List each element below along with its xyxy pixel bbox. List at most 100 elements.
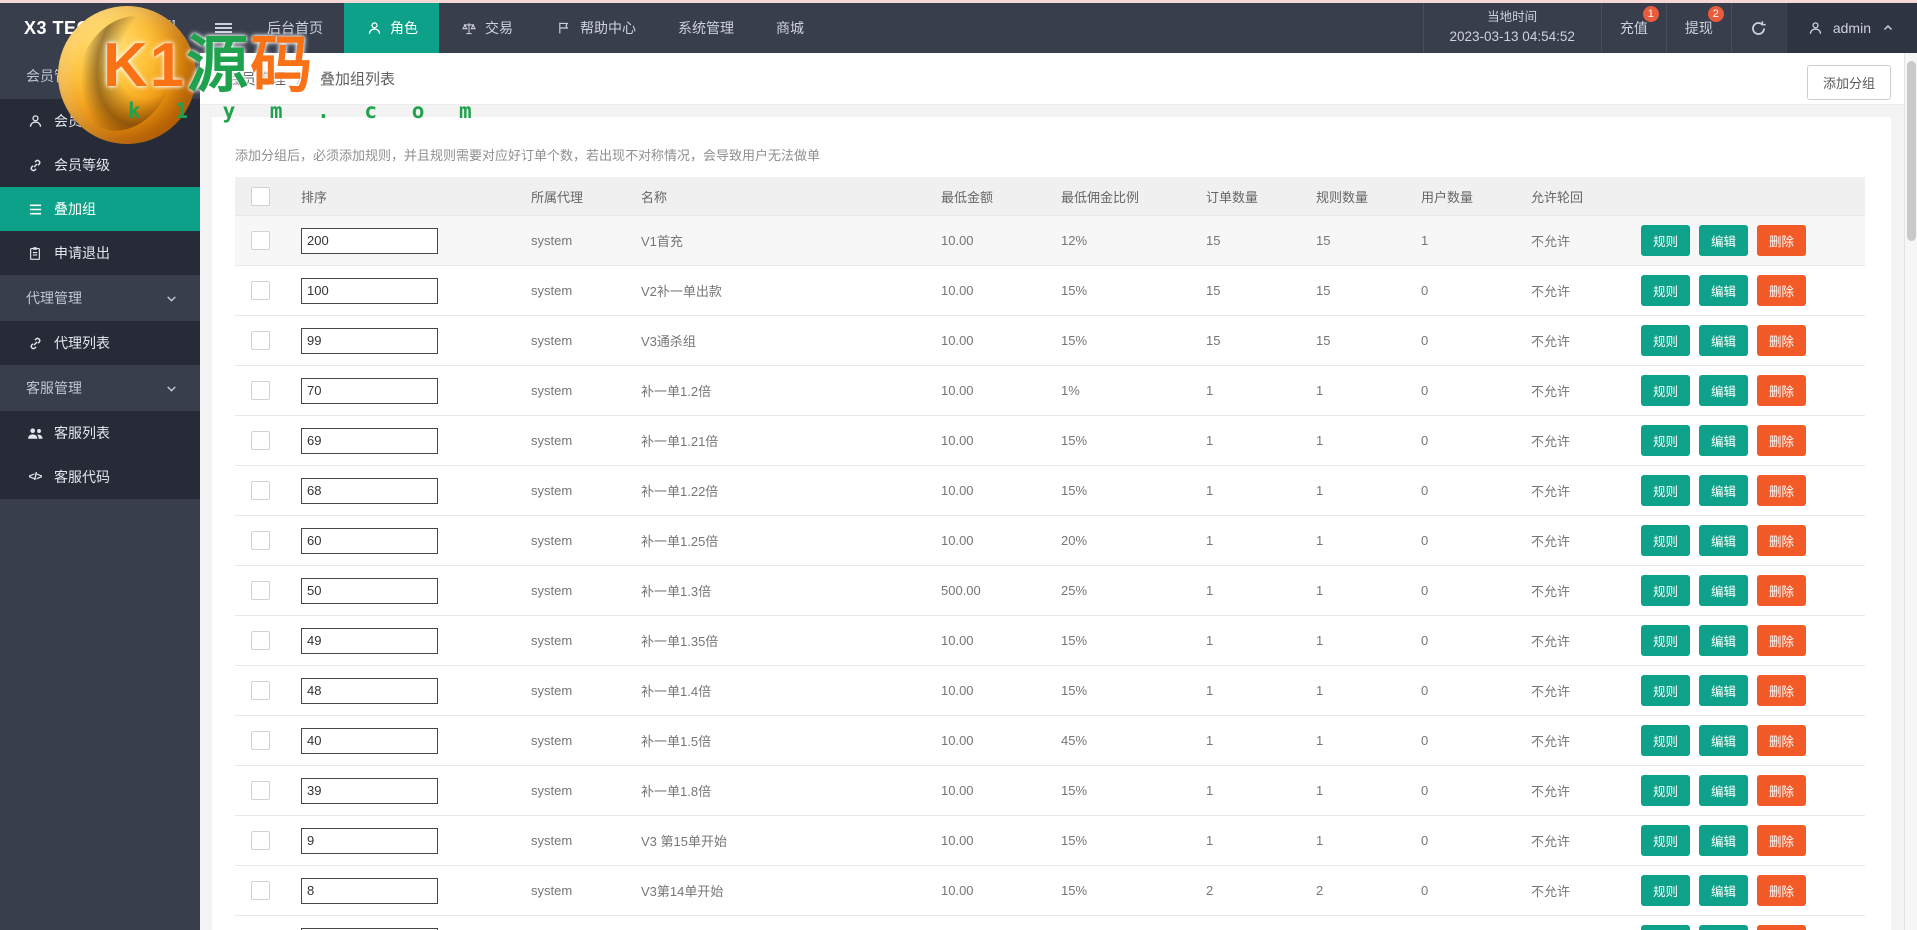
sort-input[interactable]	[301, 627, 438, 654]
rules-button[interactable]: 规则	[1641, 625, 1691, 656]
name-cell: 补一单1.2倍	[625, 365, 925, 416]
edit-button[interactable]: 编辑	[1699, 575, 1749, 606]
delete-button[interactable]: 删除	[1757, 425, 1807, 456]
row-checkbox[interactable]	[250, 531, 270, 550]
nav-item-system[interactable]: 系统管理	[657, 3, 755, 53]
row-checkbox[interactable]	[250, 631, 270, 650]
rules-button[interactable]: 规则	[1641, 675, 1691, 706]
delete-button[interactable]: 删除	[1757, 525, 1807, 556]
rules-button[interactable]: 规则	[1641, 325, 1691, 356]
sidebar-item-member-level[interactable]: 会员等级	[0, 143, 200, 187]
edit-button[interactable]: 编辑	[1699, 825, 1749, 856]
edit-button[interactable]: 编辑	[1699, 625, 1749, 656]
row-checkbox[interactable]	[250, 231, 270, 250]
delete-button[interactable]: 删除	[1757, 825, 1807, 856]
sort-input[interactable]	[301, 427, 438, 454]
delete-button[interactable]: 删除	[1757, 225, 1807, 256]
edit-button[interactable]: 编辑	[1699, 225, 1749, 256]
edit-button[interactable]: 编辑	[1699, 525, 1749, 556]
rules-button[interactable]: 规则	[1641, 525, 1691, 556]
row-checkbox[interactable]	[250, 881, 270, 900]
sidebar-item-stack-group[interactable]: 叠加组	[0, 187, 200, 231]
rules-button[interactable]: 规则	[1641, 375, 1691, 406]
row-checkbox[interactable]	[250, 381, 270, 400]
sidebar-group-agent-management[interactable]: 代理管理	[0, 275, 200, 321]
select-all-checkbox[interactable]	[250, 186, 270, 206]
vertical-scrollbar[interactable]	[1904, 53, 1917, 930]
sort-input[interactable]	[301, 777, 438, 804]
sort-input[interactable]	[301, 227, 438, 254]
nav-item-role[interactable]: 角色	[344, 3, 439, 53]
sidebar-group-service-management[interactable]: 客服管理	[0, 365, 200, 411]
delete-button[interactable]: 删除	[1757, 275, 1807, 306]
edit-button[interactable]: 编辑	[1699, 275, 1749, 306]
edit-button[interactable]: 编辑	[1699, 725, 1749, 756]
edit-button[interactable]: 编辑	[1699, 375, 1749, 406]
sort-input[interactable]	[301, 277, 438, 304]
delete-button[interactable]: 删除	[1757, 875, 1807, 906]
min-amount-cell: 10.00	[925, 815, 1045, 866]
sidebar-item-member-list[interactable]: 会员列表	[0, 99, 200, 143]
rules-button[interactable]: 规则	[1641, 225, 1691, 256]
sort-input[interactable]	[301, 527, 438, 554]
row-checkbox[interactable]	[250, 331, 270, 350]
sidebar-item-agent-list[interactable]: 代理列表	[0, 321, 200, 365]
refresh-button[interactable]	[1730, 3, 1786, 53]
sidebar-group-member-management[interactable]: 会员管理	[0, 53, 200, 99]
edit-button[interactable]: 编辑	[1699, 325, 1749, 356]
rules-button[interactable]: 规则	[1641, 725, 1691, 756]
nav-item-help-center[interactable]: 帮助中心	[534, 3, 657, 53]
rules-button[interactable]: 规则	[1641, 575, 1691, 606]
row-checkbox[interactable]	[250, 581, 270, 600]
nav-item-mall[interactable]: 商城	[755, 3, 825, 53]
sort-input[interactable]	[301, 327, 438, 354]
sort-input[interactable]	[301, 827, 438, 854]
sort-input[interactable]	[301, 677, 438, 704]
sidebar-item-exit-request[interactable]: 申请退出	[0, 231, 200, 275]
delete-button[interactable]: 删除	[1757, 675, 1807, 706]
row-checkbox[interactable]	[250, 731, 270, 750]
edit-button[interactable]: 编辑	[1699, 925, 1749, 930]
delete-button[interactable]: 删除	[1757, 375, 1807, 406]
rules-button[interactable]: 规则	[1641, 825, 1691, 856]
delete-button[interactable]: 删除	[1757, 325, 1807, 356]
add-group-button[interactable]: 添加分组	[1806, 65, 1891, 100]
edit-button[interactable]: 编辑	[1699, 775, 1749, 806]
edit-button[interactable]: 编辑	[1699, 475, 1749, 506]
nav-item-trade[interactable]: 交易	[439, 3, 534, 53]
delete-button[interactable]: 删除	[1757, 575, 1807, 606]
sort-input[interactable]	[301, 577, 438, 604]
rules-button[interactable]: 规则	[1641, 925, 1691, 930]
edit-button[interactable]: 编辑	[1699, 875, 1749, 906]
row-checkbox[interactable]	[250, 781, 270, 800]
sidebar-toggle-button[interactable]	[200, 3, 246, 53]
rules-button[interactable]: 规则	[1641, 775, 1691, 806]
sort-input[interactable]	[301, 477, 438, 504]
delete-button[interactable]: 删除	[1757, 475, 1807, 506]
sort-input[interactable]	[301, 877, 438, 904]
rules-button[interactable]: 规则	[1641, 875, 1691, 906]
edit-button[interactable]: 编辑	[1699, 425, 1749, 456]
sort-input[interactable]	[301, 377, 438, 404]
rules-button[interactable]: 规则	[1641, 275, 1691, 306]
rules-button[interactable]: 规则	[1641, 425, 1691, 456]
edit-button[interactable]: 编辑	[1699, 675, 1749, 706]
delete-button[interactable]: 删除	[1757, 725, 1807, 756]
rules-button[interactable]: 规则	[1641, 475, 1691, 506]
nav-item-home[interactable]: 后台首页	[246, 3, 344, 53]
delete-button[interactable]: 删除	[1757, 625, 1807, 656]
admin-menu[interactable]: admin	[1785, 3, 1917, 53]
delete-button[interactable]: 删除	[1757, 925, 1807, 930]
row-checkbox[interactable]	[250, 831, 270, 850]
sort-input[interactable]	[301, 727, 438, 754]
sidebar-item-service-list[interactable]: 客服列表	[0, 411, 200, 455]
scrollbar-thumb[interactable]	[1907, 61, 1916, 241]
delete-button[interactable]: 删除	[1757, 775, 1807, 806]
row-checkbox[interactable]	[250, 481, 270, 500]
row-checkbox[interactable]	[250, 281, 270, 300]
sidebar-item-service-code[interactable]: </> 客服代码	[0, 455, 200, 499]
row-checkbox[interactable]	[250, 681, 270, 700]
recharge-menu-item[interactable]: 充值 1	[1600, 3, 1666, 53]
row-checkbox[interactable]	[250, 431, 270, 450]
withdraw-menu-item[interactable]: 提现 2	[1665, 3, 1731, 53]
